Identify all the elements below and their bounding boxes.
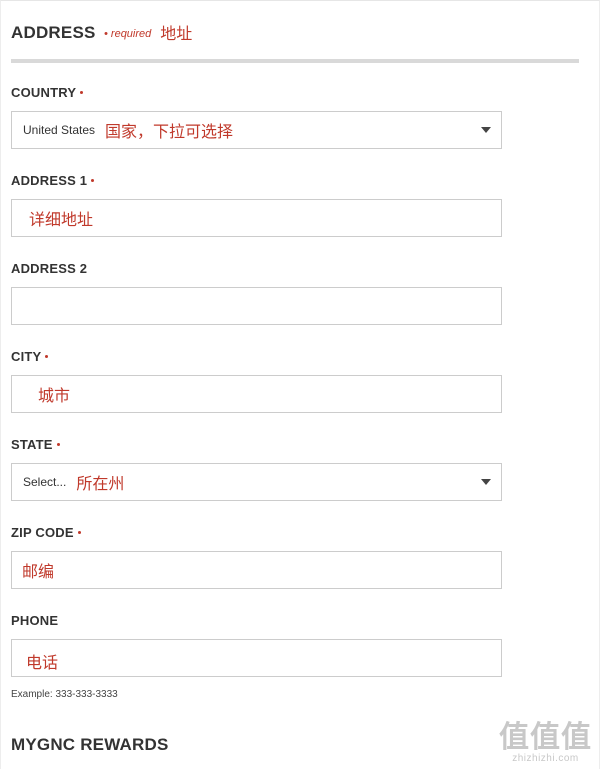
city-annotation: 城市 xyxy=(38,386,71,405)
zip-input[interactable]: 邮编 xyxy=(11,551,502,589)
phone-label: PHONE xyxy=(11,613,59,628)
required-dot-icon xyxy=(91,179,95,183)
required-dot-icon xyxy=(77,531,81,535)
rewards-section-title: MYGNC REWARDS xyxy=(11,735,169,754)
country-annotation: 国家，下拉可选择 xyxy=(105,122,234,141)
city-label: CITY xyxy=(11,349,49,364)
address2-label: ADDRESS 2 xyxy=(11,261,88,276)
address-annotation: 地址 xyxy=(160,24,193,43)
zip-label: ZIP CODE xyxy=(11,525,81,540)
address1-label: ADDRESS 1 xyxy=(11,173,95,188)
watermark-logo: 值值值 xyxy=(499,721,592,754)
address1-input[interactable]: 详细地址 xyxy=(11,199,502,237)
state-select[interactable]: Select... 所在州 xyxy=(11,463,502,501)
required-dot-icon xyxy=(45,355,49,359)
chevron-down-icon xyxy=(481,127,491,133)
zip-annotation: 邮编 xyxy=(22,562,55,581)
section-divider xyxy=(11,59,579,63)
country-selected-value: United States xyxy=(23,123,96,137)
state-label: STATE xyxy=(11,437,60,452)
required-note: • required xyxy=(104,28,152,40)
phone-hint: Example: 333-333-3333 xyxy=(11,689,118,700)
state-selected-value: Select... xyxy=(23,475,67,489)
required-legend: • required 地址 xyxy=(104,22,192,46)
site-watermark: 值值值 zhizhizhi.com xyxy=(499,721,592,765)
required-dot-icon xyxy=(80,91,84,95)
phone-input[interactable]: 电话 xyxy=(11,639,502,677)
city-input[interactable]: 城市 xyxy=(11,375,502,413)
address2-input[interactable] xyxy=(11,287,502,325)
address1-annotation: 详细地址 xyxy=(29,210,94,229)
address-section-title: ADDRESS xyxy=(11,23,96,42)
country-label: COUNTRY xyxy=(11,85,84,100)
country-select[interactable]: United States 国家，下拉可选择 xyxy=(11,111,502,149)
watermark-site: zhizhizhi.com xyxy=(512,753,579,764)
phone-annotation: 电话 xyxy=(26,653,59,672)
chevron-down-icon xyxy=(481,479,491,485)
required-dot-icon xyxy=(56,443,60,447)
state-annotation: 所在州 xyxy=(76,474,125,493)
